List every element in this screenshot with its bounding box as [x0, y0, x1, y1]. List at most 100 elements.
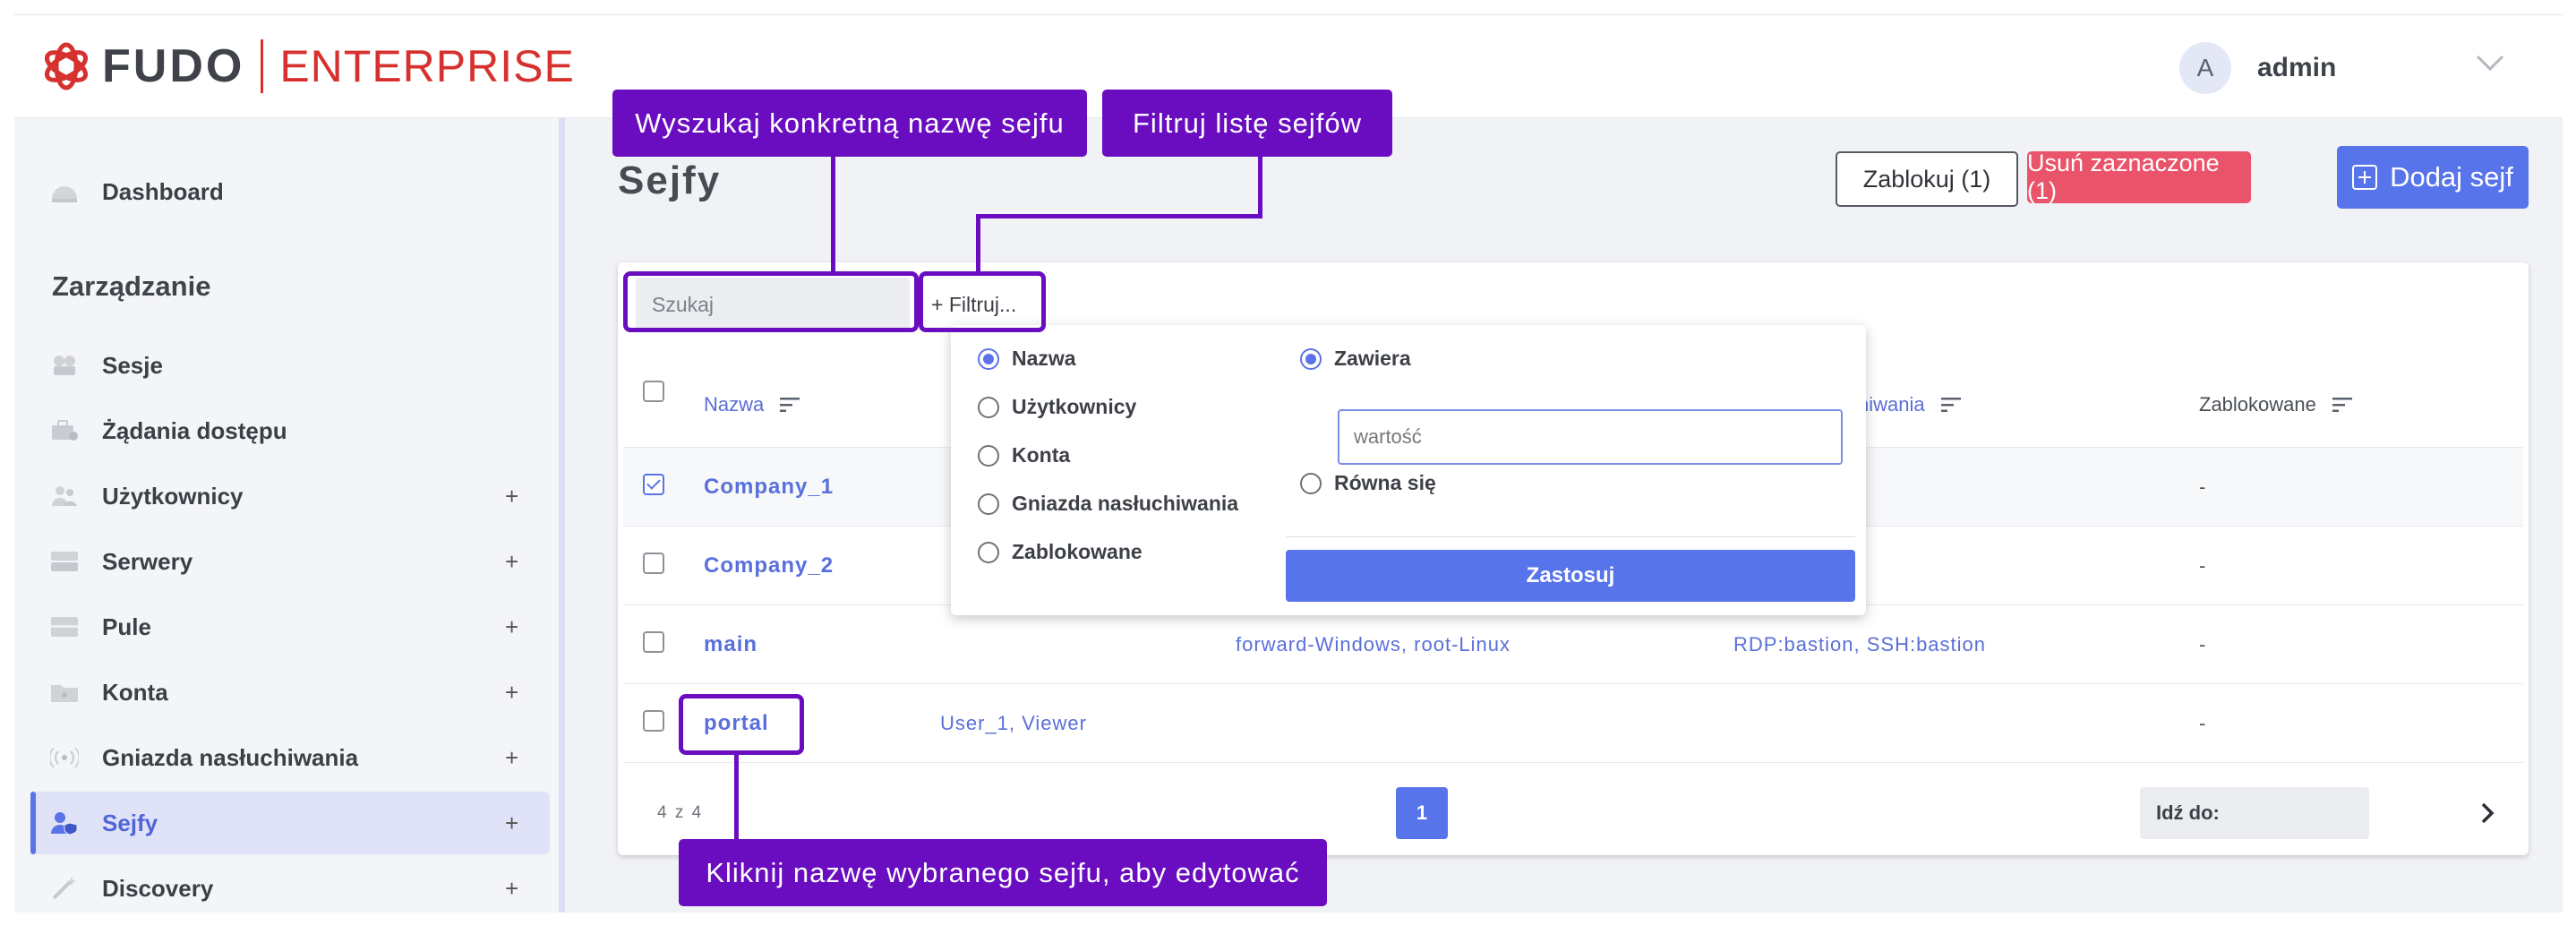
- avatar[interactable]: A: [2179, 42, 2231, 94]
- sidebar-item-label: Dashboard: [102, 177, 224, 205]
- filter-field-accounts[interactable]: Konta: [978, 443, 1070, 467]
- filter-field-locked[interactable]: Zablokowane: [978, 540, 1143, 564]
- sidebar-item-label: Discovery: [102, 874, 214, 902]
- filter-field-users[interactable]: Użytkownicy: [978, 395, 1136, 419]
- locked-cell: -: [2199, 476, 2206, 498]
- filter-operator-label: Równa się: [1334, 471, 1436, 494]
- locked-cell: -: [2199, 633, 2206, 656]
- filter-field-label: Nazwa: [1012, 347, 1076, 370]
- filter-operator-label: Zawiera: [1334, 347, 1411, 370]
- sidebar-item-accounts[interactable]: Konta +: [30, 661, 550, 724]
- sidebar-item-label: Sejfy: [102, 809, 158, 836]
- dropdown-divider: [1286, 536, 1855, 537]
- expand-icon[interactable]: +: [505, 875, 518, 903]
- safe-name-link[interactable]: main: [704, 632, 757, 657]
- fudo-logo[interactable]: FUDO ENTERPRISE: [39, 37, 575, 96]
- sort-icon[interactable]: [1940, 398, 1961, 412]
- radio-icon: [978, 493, 999, 515]
- filter-value-input[interactable]: wartość: [1338, 409, 1843, 465]
- sidebar-section-title: Zarządzanie: [52, 270, 211, 302]
- plus-square-icon: [2352, 165, 2378, 190]
- row-checkbox[interactable]: [643, 553, 664, 574]
- apply-filter-button[interactable]: Zastosuj: [1286, 550, 1855, 602]
- lock-button[interactable]: Zablokuj (1): [1836, 151, 2018, 207]
- name-highlight: [679, 694, 804, 755]
- sort-icon[interactable]: [2332, 398, 2352, 412]
- column-header-name[interactable]: Nazwa: [704, 393, 800, 416]
- page-number-button[interactable]: 1: [1396, 787, 1448, 839]
- add-safe-button[interactable]: Dodaj sejf: [2337, 146, 2529, 209]
- search-callout: Wyszukaj konkretną nazwę sejfu: [612, 90, 1087, 157]
- filter-callout-line: [976, 214, 980, 273]
- filter-callout: Filtruj listę sejfów: [1102, 90, 1392, 157]
- table-row[interactable]: [623, 683, 2523, 763]
- filter-field-listeners[interactable]: Gniazda nasłuchiwania: [978, 492, 1238, 516]
- safe-user-icon: [51, 812, 78, 835]
- filter-operator-contains[interactable]: Zawiera: [1300, 347, 1411, 371]
- column-header-label: Zablokowane: [2199, 393, 2316, 416]
- logo-separator: [261, 39, 264, 93]
- filter-callout-line: [1258, 156, 1262, 219]
- sidebar-item-discovery[interactable]: Discovery +: [30, 857, 550, 913]
- sidebar-item-access-requests[interactable]: Żądania dostępu: [30, 399, 550, 462]
- sidebar-item-safes[interactable]: Sejfy +: [30, 792, 550, 854]
- sidebar-item-servers[interactable]: Serwery +: [30, 530, 550, 593]
- row-checkbox[interactable]: [643, 710, 664, 732]
- sidebar-item-label: Serwery: [102, 547, 193, 575]
- expand-icon[interactable]: +: [505, 483, 518, 510]
- briefcase-icon: [52, 420, 78, 441]
- expand-icon[interactable]: +: [505, 679, 518, 707]
- users-cell[interactable]: User_1, Viewer: [940, 712, 1087, 735]
- search-callout-line: [831, 156, 835, 272]
- radio-icon: [978, 444, 999, 467]
- delete-selected-button[interactable]: Usuń zaznaczone (1): [2027, 150, 2251, 204]
- users-icon: [52, 486, 77, 506]
- folder-icon: [51, 685, 78, 702]
- accounts-cell[interactable]: forward-Windows, root-Linux: [1236, 633, 1511, 656]
- app-frame: FUDO ENTERPRISE A admin Dashboard Zarząd…: [14, 14, 2563, 913]
- sort-icon[interactable]: [780, 398, 800, 412]
- sidebar-item-sessions[interactable]: Sesje: [30, 334, 550, 397]
- filter-field-name[interactable]: Nazwa: [978, 347, 1076, 371]
- column-header-label: Nazwa: [704, 393, 765, 416]
- expand-icon[interactable]: +: [505, 613, 518, 641]
- add-safe-label: Dodaj sejf: [2390, 161, 2513, 193]
- table-row[interactable]: [623, 604, 2523, 684]
- sidebar-item-label: Gniazda nasłuchiwania: [102, 743, 359, 771]
- sidebar-item-users[interactable]: Użytkownicy +: [30, 465, 550, 527]
- filter-operator-equals[interactable]: Równa się: [1300, 471, 1436, 495]
- wand-icon: [52, 877, 77, 900]
- listeners-cell[interactable]: RDP:bastion, SSH:bastion: [1733, 633, 1986, 656]
- sidebar-item-label: Użytkownicy: [102, 482, 244, 510]
- safe-name-link[interactable]: Company_2: [704, 553, 834, 578]
- goto-page-input[interactable]: Idź do:: [2140, 787, 2369, 839]
- filter-field-label: Konta: [1012, 443, 1071, 467]
- sidebar-item-dashboard[interactable]: Dashboard: [30, 160, 550, 223]
- sidebar-item-listeners[interactable]: Gniazda nasłuchiwania +: [30, 726, 550, 789]
- chevron-down-icon[interactable]: [2472, 49, 2508, 76]
- select-all-checkbox[interactable]: [643, 381, 664, 402]
- row-checkbox[interactable]: [643, 474, 664, 495]
- table-divider: [623, 762, 2523, 764]
- sidebar-item-label: Konta: [102, 678, 168, 706]
- chevron-right-icon[interactable]: [2477, 800, 2498, 827]
- column-header-locked[interactable]: Zablokowane: [2199, 393, 2352, 416]
- expand-icon[interactable]: +: [505, 548, 518, 576]
- expand-icon[interactable]: +: [505, 744, 518, 772]
- logo-brand-text: FUDO: [102, 40, 245, 92]
- page-title: Sejfy: [618, 159, 722, 202]
- dashboard-icon: [52, 186, 77, 202]
- safe-name-link[interactable]: Company_1: [704, 475, 834, 500]
- locked-cell: -: [2199, 554, 2206, 577]
- sessions-icon: [54, 356, 75, 375]
- filter-callout-line: [976, 214, 1262, 219]
- expand-icon[interactable]: +: [505, 810, 518, 837]
- radio-icon: [978, 541, 999, 563]
- sidebar-item-pools[interactable]: Pule +: [30, 596, 550, 658]
- filter-field-label: Gniazda nasłuchiwania: [1012, 492, 1239, 515]
- username[interactable]: admin: [2257, 53, 2336, 83]
- filter-field-label: Użytkownicy: [1012, 395, 1137, 418]
- server-icon: [51, 552, 78, 571]
- row-checkbox[interactable]: [643, 631, 664, 653]
- radio-selected-icon: [978, 347, 999, 370]
